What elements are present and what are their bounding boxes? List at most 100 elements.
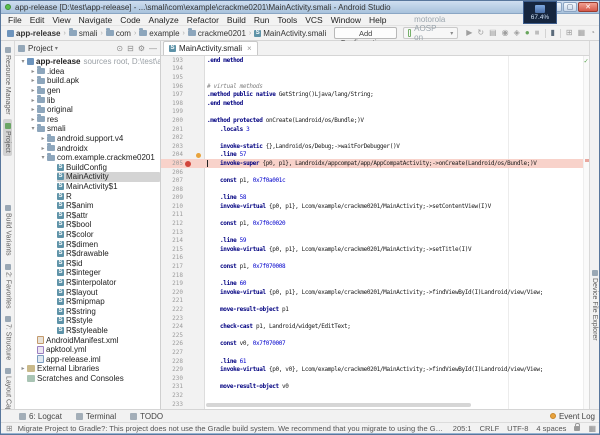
line-separator[interactable]: CRLF — [480, 424, 500, 433]
tree-item-app-release-iml[interactable]: app-release.iml — [15, 354, 160, 364]
expander-icon[interactable]: ▸ — [29, 106, 37, 113]
code-line-213[interactable]: 213 — [161, 228, 589, 237]
device-file-explorer-tab[interactable]: Device File Explorer — [590, 266, 599, 345]
tree-item-gen[interactable]: ▸gen — [15, 86, 160, 96]
tree-item-r-id[interactable]: SR$id — [15, 258, 160, 268]
menu-help[interactable]: Help — [365, 15, 390, 25]
tree-item-r-bool[interactable]: SR$bool — [15, 220, 160, 230]
stop-icon[interactable]: ■ — [535, 29, 540, 37]
code-line-204[interactable]: 204 .line 57 — [161, 151, 589, 160]
horizontal-scrollbar[interactable] — [206, 403, 471, 407]
code-line-214[interactable]: 214 .line 59 — [161, 236, 589, 245]
code-line-217[interactable]: 217 const p1, 0x7f070008 — [161, 262, 589, 271]
code-line-209[interactable]: 209 .line 58 — [161, 194, 589, 203]
code-line-196[interactable]: 196# virtual methods — [161, 82, 589, 91]
event-log-button[interactable]: Event Log — [550, 412, 595, 421]
hide-icon[interactable]: — — [149, 44, 157, 53]
tool-window-tab-build-variants[interactable]: Build Variants — [4, 201, 13, 260]
menu-file[interactable]: File — [4, 15, 26, 25]
code-line-220[interactable]: 220 invoke-virtual {p0, p1}, Lcom/exampl… — [161, 288, 589, 297]
code-line-208[interactable]: 208 — [161, 185, 589, 194]
tree-item-com-example-crackme0201[interactable]: ▾com.example.crackme0201 — [15, 153, 160, 163]
code-line-202[interactable]: 202 — [161, 133, 589, 142]
breakpoint-icon[interactable] — [185, 161, 191, 167]
breadcrumb-crackme0201[interactable]: crackme0201 — [186, 29, 248, 38]
expander-icon[interactable]: ▸ — [29, 97, 37, 104]
code-editor[interactable]: 193.end method194195196# virtual methods… — [161, 56, 589, 409]
code-line-200[interactable]: 200.method protected onCreate(Landroid/o… — [161, 116, 589, 125]
code-line-228[interactable]: 228 .line 61 — [161, 357, 589, 366]
sync-icon[interactable]: ⊞ — [566, 29, 573, 37]
code-line-212[interactable]: 212 const p1, 0x7f0c0020 — [161, 219, 589, 228]
expander-icon[interactable]: ▸ — [29, 77, 37, 84]
bottom-tab-todo[interactable]: TODO — [130, 412, 163, 421]
tree-item-external-libraries[interactable]: ▸External Libraries — [15, 364, 160, 374]
menu-edit[interactable]: Edit — [26, 15, 49, 25]
code-line-227[interactable]: 227 — [161, 348, 589, 357]
code-line-216[interactable]: 216 — [161, 254, 589, 263]
maximize-button[interactable]: ▢ — [563, 2, 577, 12]
tool-window-tab-resource-manager[interactable]: Resource Manager — [3, 43, 12, 119]
tree-item-r-attr[interactable]: SR$attr — [15, 211, 160, 221]
code-line-203[interactable]: 203 invoke-static {},Landroid/os/Debug;-… — [161, 142, 589, 151]
tree-item-r-dimen[interactable]: SR$dimen — [15, 239, 160, 249]
tree-item-r[interactable]: SR — [15, 191, 160, 201]
caret-position[interactable]: 205:1 — [453, 424, 472, 433]
breadcrumb-mainactivity.smali[interactable]: SMainActivity.smali — [252, 29, 328, 38]
code-line-218[interactable]: 218 — [161, 271, 589, 280]
tree-item-mainactivity[interactable]: SMainActivity — [15, 172, 160, 182]
menu-navigate[interactable]: Navigate — [75, 15, 117, 25]
code-line-195[interactable]: 195 — [161, 73, 589, 82]
menu-refactor[interactable]: Refactor — [183, 15, 223, 25]
code-line-215[interactable]: 215 invoke-virtual {p0, p1}, Lcom/exampl… — [161, 245, 589, 254]
expander-icon[interactable]: ▾ — [19, 58, 27, 65]
code-line-193[interactable]: 193.end method — [161, 56, 589, 65]
tree-item-r-integer[interactable]: SR$integer — [15, 268, 160, 278]
screen-reader-icon[interactable]: ▦ — [588, 424, 596, 433]
tree-item-mainactivity-1[interactable]: SMainActivity$1 — [15, 182, 160, 192]
code-line-198[interactable]: 198.end method — [161, 99, 589, 108]
breadcrumb-com[interactable]: com — [104, 29, 133, 38]
code-line-210[interactable]: 210 invoke-virtual {p0, p1}, Lcom/exampl… — [161, 202, 589, 211]
menu-window[interactable]: Window — [327, 15, 365, 25]
device-selector[interactable]: motorola AOSP on Shama ▾ — [403, 27, 458, 39]
debug-icon[interactable]: ◉ — [502, 29, 509, 37]
menu-analyze[interactable]: Analyze — [145, 15, 183, 25]
code-line-197[interactable]: 197.method public native GetString()Ljav… — [161, 90, 589, 99]
lock-icon[interactable] — [574, 426, 580, 431]
code-line-221[interactable]: 221 — [161, 297, 589, 306]
tree-item-buildconfig[interactable]: SBuildConfig — [15, 163, 160, 173]
tree-item-res[interactable]: ▸res — [15, 115, 160, 125]
code-line-232[interactable]: 232 — [161, 391, 589, 400]
tree-item-r-interpolator[interactable]: SR$interpolator — [15, 278, 160, 288]
expander-icon[interactable]: ▸ — [39, 135, 47, 142]
bottom-tab-terminal[interactable]: Terminal — [76, 412, 116, 421]
tool-window-tab-project[interactable]: Project — [3, 119, 12, 157]
file-encoding[interactable]: UTF-8 — [507, 424, 528, 433]
run-on-device-icon[interactable]: ▤ — [489, 29, 497, 37]
expander-icon[interactable]: ▸ — [29, 87, 37, 94]
tree-item-r-anim[interactable]: SR$anim — [15, 201, 160, 211]
apply-changes-icon[interactable]: ↻ — [477, 29, 484, 37]
code-line-219[interactable]: 219 .line 60 — [161, 279, 589, 288]
tree-item-r-styleable[interactable]: SR$styleable — [15, 326, 160, 336]
locate-icon[interactable]: ⊙ — [116, 44, 123, 53]
code-line-205[interactable]: 205 invoke-super {p0, p1}, Landroidx/app… — [161, 159, 589, 168]
tree-item-androidx[interactable]: ▸androidx — [15, 143, 160, 153]
tree-item-r-string[interactable]: SR$string — [15, 306, 160, 316]
indent-style[interactable]: 4 spaces — [536, 424, 566, 433]
code-line-222[interactable]: 222 move-result-object p1 — [161, 305, 589, 314]
chevron-down-icon[interactable]: ▾ — [55, 45, 58, 52]
tree-item-original[interactable]: ▸original — [15, 105, 160, 115]
device-manager-icon[interactable]: ▮ — [551, 29, 555, 37]
project-panel-title[interactable]: Project — [28, 44, 53, 53]
collapse-all-icon[interactable]: ⊟ — [127, 44, 134, 53]
run-icon[interactable]: ▶ — [466, 29, 472, 37]
tree-item-scratches-and-consoles[interactable]: Scratches and Consoles — [15, 374, 160, 384]
status-message[interactable]: Migrate Project to Gradle?: This project… — [18, 424, 445, 433]
expander-icon[interactable]: ▸ — [29, 68, 37, 75]
profile-icon[interactable]: ◈ — [514, 29, 520, 37]
expander-icon[interactable]: ▸ — [19, 365, 27, 372]
tree-item-apktool-yml[interactable]: apktool.yml — [15, 345, 160, 355]
add-configuration-button[interactable]: Add Configuration... — [334, 27, 397, 39]
